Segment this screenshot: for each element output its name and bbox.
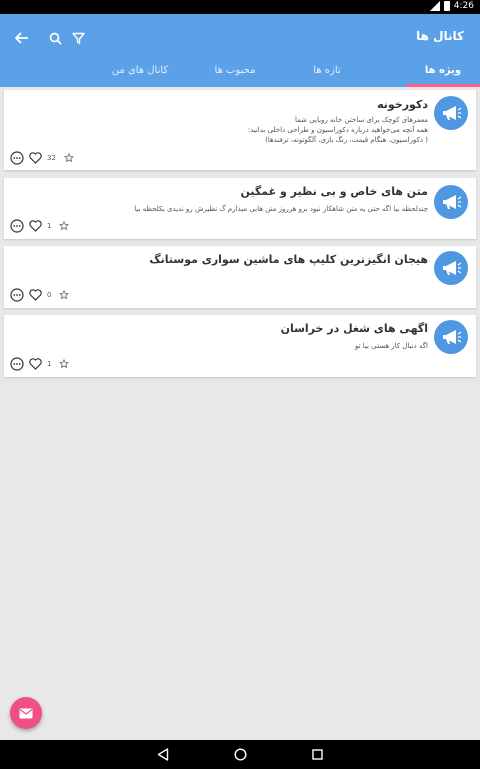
heart-icon <box>29 152 42 164</box>
description-line: چندلحظه بیا اگه حتی یه متن شاهکار نبود ب… <box>134 205 428 213</box>
channel-description: اگه دنبال کار هستی بیا تو <box>28 341 428 351</box>
channel-title[interactable]: هیجان انگیزترین کلیپ های ماشین سواری موس… <box>149 253 428 266</box>
envelope-icon <box>19 708 33 718</box>
channel-avatar[interactable] <box>434 251 468 285</box>
channel-avatar[interactable] <box>434 185 468 219</box>
star-button[interactable] <box>63 153 74 163</box>
description-line: همه آنچه می‌خواهید درباره دکوراسیون و طر… <box>247 126 428 134</box>
star-button[interactable] <box>59 290 70 300</box>
system-nav-bar <box>0 740 480 769</box>
more-icon <box>10 288 24 302</box>
star-icon <box>63 153 74 163</box>
tab-bar: ویژه ها تازه ها محبوب ها کانال های من <box>0 62 480 87</box>
filter-button[interactable] <box>68 28 88 48</box>
more-button[interactable] <box>10 151 24 165</box>
status-bar: 4:26 <box>0 0 480 14</box>
like-button[interactable] <box>29 358 42 370</box>
page-title: کانال ها <box>416 29 464 43</box>
description-line: ( دکوراسیون، هنگام قیمت، رنگ بازی، آلگوت… <box>265 136 428 144</box>
like-button[interactable] <box>29 289 42 301</box>
tab-label: کانال های من <box>111 65 169 76</box>
channel-avatar[interactable] <box>434 320 468 354</box>
heart-icon <box>29 220 42 232</box>
tab-label: تازه ها <box>313 65 341 76</box>
more-button[interactable] <box>10 288 24 302</box>
more-icon <box>10 219 24 233</box>
nav-recents-button[interactable] <box>310 747 324 761</box>
like-button[interactable] <box>29 220 42 232</box>
arrow-left-icon <box>15 32 28 44</box>
nav-home-button[interactable] <box>233 747 247 761</box>
back-triangle-icon <box>157 747 169 761</box>
recents-square-icon <box>311 748 323 760</box>
megaphone-icon <box>443 106 462 120</box>
megaphone-icon <box>443 261 462 275</box>
search-icon <box>49 32 62 45</box>
channel-card[interactable]: دکورخونه معمرهای کوچک برای ساختن خانه رو… <box>4 90 476 170</box>
channel-card[interactable]: هیجان انگیزترین کلیپ های ماشین سواری موس… <box>4 246 476 308</box>
megaphone-icon <box>443 195 462 209</box>
filter-icon <box>71 32 85 44</box>
star-icon <box>59 221 70 231</box>
tab-label: محبوب ها <box>214 65 256 76</box>
description-line: اگه دنبال کار هستی بیا تو <box>354 342 428 350</box>
heart-icon <box>29 358 42 370</box>
app-bar: کانال ها ویژه ها تازه ها محبوب ها کانال … <box>0 14 480 87</box>
back-button[interactable] <box>12 28 32 48</box>
card-actions: 32 <box>10 151 74 165</box>
search-button[interactable] <box>45 28 65 48</box>
tab-popular[interactable]: محبوب ها <box>200 62 270 87</box>
tab-indicator <box>406 84 480 87</box>
like-count: 1 <box>47 222 52 230</box>
card-actions: 1 <box>10 357 70 371</box>
signal-icon <box>429 1 440 11</box>
channel-avatar[interactable] <box>434 96 468 130</box>
channel-title[interactable]: متن های خاص و بی نظیر و غمگین <box>241 185 429 198</box>
channel-card[interactable]: متن های خاص و بی نظیر و غمگین چندلحظه بی… <box>4 178 476 239</box>
like-button[interactable] <box>29 152 42 164</box>
tab-label: ویژه ها <box>424 65 462 76</box>
star-button[interactable] <box>59 359 70 369</box>
compose-message-button[interactable] <box>10 697 42 729</box>
status-time: 4:26 <box>453 1 474 11</box>
like-count: 1 <box>47 360 52 368</box>
battery-icon <box>443 1 450 11</box>
more-icon <box>10 151 24 165</box>
like-count: 0 <box>47 291 52 299</box>
like-count: 32 <box>47 154 56 162</box>
star-button[interactable] <box>59 221 70 231</box>
star-icon <box>59 359 70 369</box>
channel-description: معمرهای کوچک برای ساختن خانه رویایی شما … <box>28 115 428 145</box>
more-button[interactable] <box>10 219 24 233</box>
channel-title[interactable]: اگهی های شغل در خراسان <box>281 322 428 335</box>
home-circle-icon <box>233 747 247 761</box>
tab-my-channels[interactable]: کانال های من <box>100 62 180 87</box>
description-line: معمرهای کوچک برای ساختن خانه رویایی شما <box>294 116 428 124</box>
more-button[interactable] <box>10 357 24 371</box>
nav-back-button[interactable] <box>156 747 170 761</box>
star-icon <box>59 290 70 300</box>
tab-new[interactable]: تازه ها <box>292 62 362 87</box>
channel-card[interactable]: اگهی های شغل در خراسان اگه دنبال کار هست… <box>4 315 476 377</box>
megaphone-icon <box>443 330 462 344</box>
card-actions: 0 <box>10 288 70 302</box>
more-icon <box>10 357 24 371</box>
heart-icon <box>29 289 42 301</box>
channel-title[interactable]: دکورخونه <box>377 98 428 111</box>
channel-description: چندلحظه بیا اگه حتی یه متن شاهکار نبود ب… <box>28 204 428 214</box>
card-actions: 1 <box>10 219 70 233</box>
